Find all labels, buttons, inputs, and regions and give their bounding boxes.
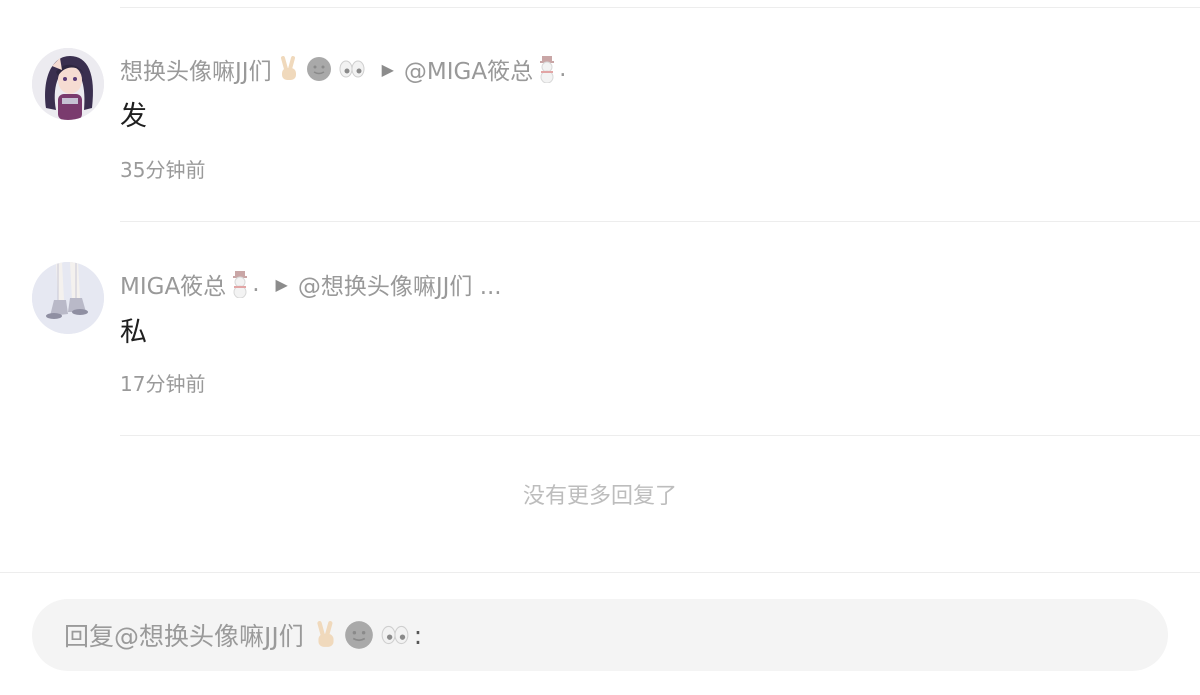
reply-input[interactable]: 回复@想换头像嘛JJ们 : <box>32 599 1168 671</box>
comment-item[interactable]: 想换头像嘛JJ们 ▶ @MIGA筱总 . 发 35分钟前 <box>0 0 1200 222</box>
no-more-replies-text: 没有更多回复了 <box>522 484 677 509</box>
comment-content[interactable]: 发 <box>120 94 147 133</box>
author-suffix: . <box>252 271 260 297</box>
victory-hand-icon <box>278 56 300 82</box>
comment-meta: 想换头像嘛JJ们 ▶ @MIGA筱总 . <box>120 52 567 86</box>
reply-target-name[interactable]: @想换头像嘛JJ们 ... <box>298 267 502 301</box>
victory-hand-icon <box>314 621 338 649</box>
reply-input-placeholder: 回复@想换头像嘛JJ们 <box>64 622 304 651</box>
snowman-icon <box>535 55 559 83</box>
comment-content[interactable]: 私 <box>120 310 147 349</box>
grey-face-icon <box>344 620 374 650</box>
avatar-anime-girl-image <box>32 48 104 120</box>
reply-bar: 回复@想换头像嘛JJ们 : <box>0 572 1200 695</box>
reply-input-colon: : <box>413 620 423 650</box>
comment-meta: MIGA筱总 . ▶ @想换头像嘛JJ们 ... <box>120 267 502 301</box>
reply-thread-page: 想换头像嘛JJ们 ▶ @MIGA筱总 . 发 35分钟前 MIGA筱总 . ▶ … <box>0 0 1200 695</box>
avatar-legs-image <box>32 262 104 334</box>
reply-arrow-icon: ▶ <box>381 59 394 79</box>
author-name[interactable]: MIGA筱总 <box>120 267 226 301</box>
snowman-icon <box>228 270 252 298</box>
comment-timestamp: 17分钟前 <box>120 372 206 396</box>
comment-divider <box>120 435 1200 436</box>
reply-target-suffix: . <box>559 56 567 82</box>
comment-item[interactable]: MIGA筱总 . ▶ @想换头像嘛JJ们 ... 私 17分钟前 <box>0 222 1200 436</box>
reply-target-name[interactable]: @MIGA筱总 <box>404 52 533 86</box>
eyes-icon <box>338 58 366 80</box>
author-name[interactable]: 想换头像嘛JJ们 <box>120 52 272 86</box>
grey-face-icon <box>306 56 332 82</box>
comment-timestamp: 35分钟前 <box>120 158 206 182</box>
eyes-icon <box>380 623 410 647</box>
avatar[interactable] <box>32 262 104 334</box>
avatar[interactable] <box>32 48 104 120</box>
reply-arrow-icon: ▶ <box>275 274 288 294</box>
